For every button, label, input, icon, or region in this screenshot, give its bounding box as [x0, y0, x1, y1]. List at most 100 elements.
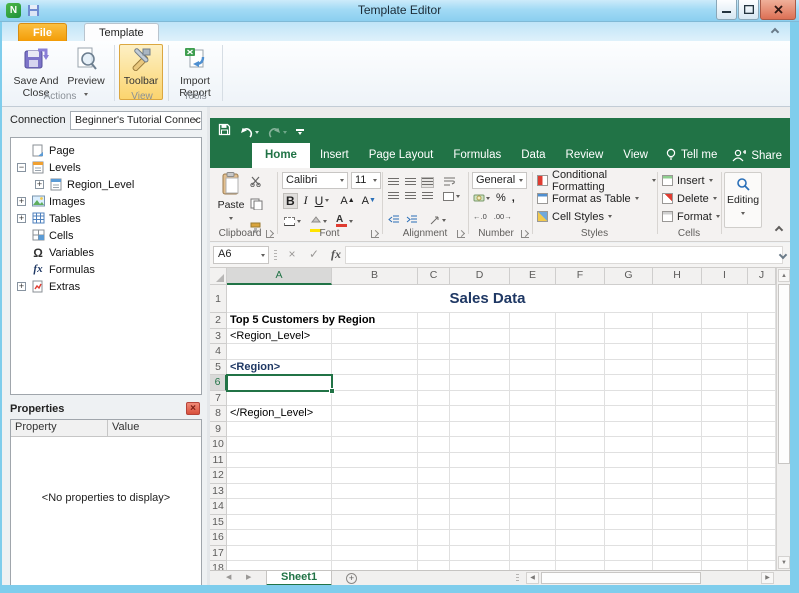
font-size-select[interactable]: 11 [351, 172, 381, 189]
cell-E6[interactable] [510, 375, 556, 391]
cell-C8[interactable] [418, 406, 450, 422]
cell-E18[interactable] [510, 561, 556, 570]
cell-A14[interactable] [227, 499, 332, 515]
cell-I14[interactable] [702, 499, 748, 515]
row-header-6[interactable]: 6 [210, 375, 227, 391]
column-header-F[interactable]: F [556, 268, 605, 285]
sheet-nav-right-icon[interactable]: ▶ [246, 573, 251, 581]
cell-J8[interactable] [748, 406, 776, 422]
cell-J15[interactable] [748, 515, 776, 531]
cell-D10[interactable] [450, 437, 510, 453]
vertical-scrollbar-thumb[interactable] [778, 284, 790, 464]
cell-H13[interactable] [653, 484, 702, 500]
sheet-tab-sheet1[interactable]: Sheet1 [266, 571, 332, 586]
properties-column-value[interactable]: Value [108, 420, 201, 436]
tree-item-variables[interactable]: ΩVariables [11, 244, 201, 261]
row-header-2[interactable]: 2 [210, 313, 227, 329]
excel-tab-page-layout[interactable]: Page Layout [359, 143, 444, 168]
accounting-format-icon[interactable] [473, 193, 490, 203]
cell-I6[interactable] [702, 375, 748, 391]
increase-indent-icon[interactable] [406, 211, 418, 229]
cell-G4[interactable] [605, 344, 653, 360]
cell-H2[interactable] [653, 313, 702, 329]
excel-tab-home[interactable]: Home [252, 143, 310, 168]
connection-select[interactable]: Beginner's Tutorial Connection [70, 111, 202, 130]
cell-I16[interactable] [702, 530, 748, 546]
increase-decimal-button[interactable]: ←.0 [473, 212, 487, 221]
cell-I2[interactable] [702, 313, 748, 329]
cell-A15[interactable] [227, 515, 332, 531]
tree-item-page[interactable]: Page [11, 142, 201, 159]
cell-F16[interactable] [556, 530, 605, 546]
cell-J3[interactable] [748, 329, 776, 345]
cell-G17[interactable] [605, 546, 653, 562]
cell-F18[interactable] [556, 561, 605, 570]
font-color-button[interactable]: A [336, 216, 353, 227]
row-header-9[interactable]: 9 [210, 422, 227, 438]
cell-A12[interactable] [227, 468, 332, 484]
tab-file[interactable]: File [18, 23, 67, 41]
cell-F4[interactable] [556, 344, 605, 360]
cell-G6[interactable] [605, 375, 653, 391]
cell-A17[interactable] [227, 546, 332, 562]
cell-A9[interactable] [227, 422, 332, 438]
cell-F14[interactable] [556, 499, 605, 515]
delete-cells-button[interactable]: Delete [662, 190, 717, 207]
cell-H4[interactable] [653, 344, 702, 360]
cell-G2[interactable] [605, 313, 653, 329]
format-cells-button[interactable]: Format [662, 208, 720, 225]
cell-G13[interactable] [605, 484, 653, 500]
name-box[interactable]: A6 [213, 246, 269, 264]
cell-C6[interactable] [418, 375, 450, 391]
cell-J6[interactable] [748, 375, 776, 391]
cell-D9[interactable] [450, 422, 510, 438]
cell-G10[interactable] [605, 437, 653, 453]
cell-G14[interactable] [605, 499, 653, 515]
column-header-C[interactable]: C [418, 268, 450, 285]
cell-G3[interactable] [605, 329, 653, 345]
cell-C15[interactable] [418, 515, 450, 531]
cell-E10[interactable] [510, 437, 556, 453]
properties-column-property[interactable]: Property [11, 420, 108, 436]
cell-E9[interactable] [510, 422, 556, 438]
cell-E4[interactable] [510, 344, 556, 360]
cell-C12[interactable] [418, 468, 450, 484]
row-header-16[interactable]: 16 [210, 530, 227, 546]
tree-item-images[interactable]: +Images [11, 193, 201, 210]
excel-tab-review[interactable]: Review [556, 143, 614, 168]
fill-handle[interactable] [329, 388, 335, 394]
row-header-3[interactable]: 3 [210, 329, 227, 345]
paste-button[interactable]: Paste [216, 172, 246, 223]
share-button[interactable]: Share [732, 149, 782, 162]
cell-D11[interactable] [450, 453, 510, 469]
cell-F15[interactable] [556, 515, 605, 531]
cell-H15[interactable] [653, 515, 702, 531]
scroll-right-icon[interactable]: ▶ [761, 572, 774, 584]
cell-I4[interactable] [702, 344, 748, 360]
cell-C13[interactable] [418, 484, 450, 500]
cell-G5[interactable] [605, 360, 653, 376]
cell-A18[interactable] [227, 561, 332, 570]
font-launcher-icon[interactable] [371, 230, 379, 238]
cell-I11[interactable] [702, 453, 748, 469]
cell-C17[interactable] [418, 546, 450, 562]
row-header-12[interactable]: 12 [210, 468, 227, 484]
cell-A8[interactable]: </Region_Level> [227, 406, 332, 422]
percent-style-button[interactable]: % [496, 192, 506, 204]
cell-A16[interactable] [227, 530, 332, 546]
cell-G16[interactable] [605, 530, 653, 546]
cell-F13[interactable] [556, 484, 605, 500]
cell-B16[interactable] [332, 530, 418, 546]
row-header-4[interactable]: 4 [210, 344, 227, 360]
cell-J4[interactable] [748, 344, 776, 360]
excel-tab-view[interactable]: View [613, 143, 658, 168]
align-right-icon[interactable] [422, 192, 433, 201]
cell-I3[interactable] [702, 329, 748, 345]
column-header-I[interactable]: I [702, 268, 748, 285]
cell-E12[interactable] [510, 468, 556, 484]
cell-B5[interactable] [332, 360, 418, 376]
cell-F6[interactable] [556, 375, 605, 391]
insert-cells-button[interactable]: Insert [662, 172, 713, 189]
formula-bar-gripper[interactable] [274, 250, 277, 260]
cell-J18[interactable] [748, 561, 776, 570]
